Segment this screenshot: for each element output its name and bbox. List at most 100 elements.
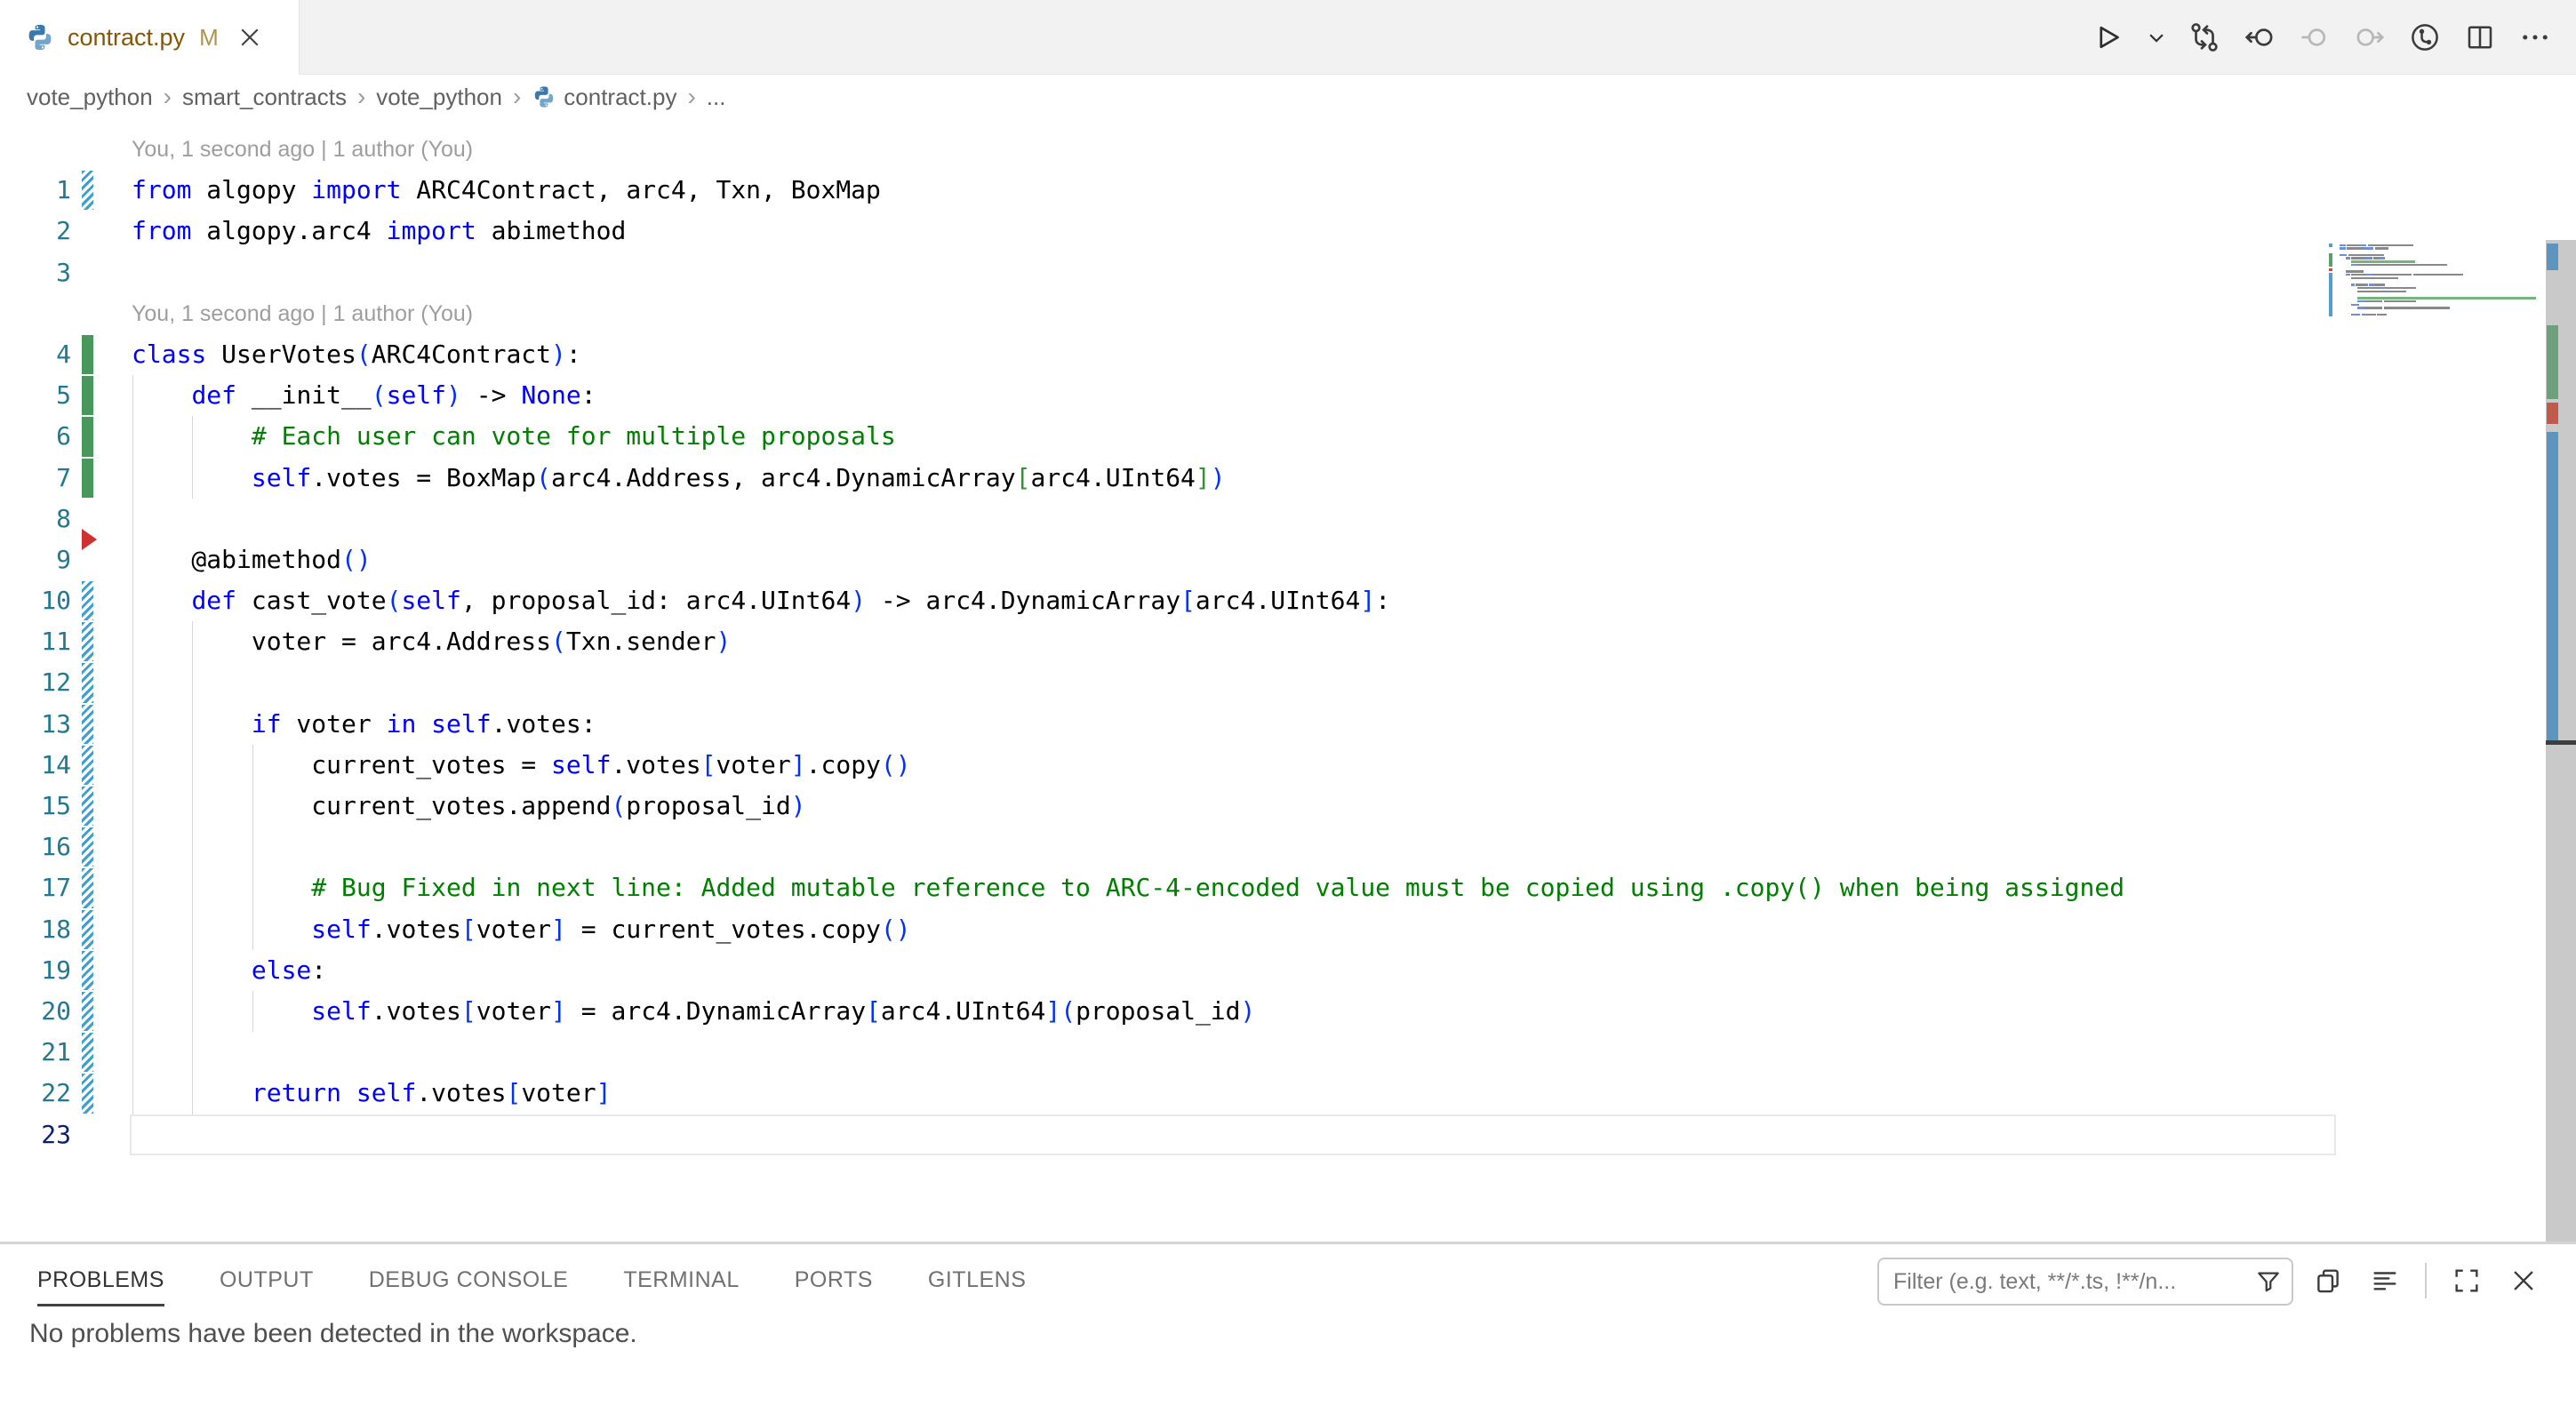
line-number[interactable]: 19 bbox=[0, 950, 71, 991]
filter-funnel-icon bbox=[2254, 1267, 2283, 1296]
line-number[interactable]: 14 bbox=[0, 745, 71, 786]
line-number[interactable]: 21 bbox=[0, 1032, 71, 1073]
panel-tab-ports[interactable]: PORTS bbox=[795, 1257, 873, 1306]
code-line-row[interactable]: 21 bbox=[0, 1032, 2576, 1073]
line-number[interactable]: 11 bbox=[0, 621, 71, 662]
breadcrumb-item[interactable]: ... bbox=[707, 84, 726, 111]
code-line-row[interactable]: 16 bbox=[0, 827, 2576, 867]
code-line-row[interactable]: 19 else: bbox=[0, 950, 2576, 991]
git-gutter-modified-marker[interactable] bbox=[82, 827, 93, 867]
code-line-row[interactable]: 5 def __init__(self) -> None: bbox=[0, 375, 2576, 416]
git-gutter-deleted-marker[interactable] bbox=[82, 529, 97, 550]
run-python-file-icon[interactable] bbox=[2091, 20, 2126, 55]
code-line-row[interactable]: 15 current_votes.append(proposal_id) bbox=[0, 786, 2576, 827]
close-tab-icon[interactable] bbox=[236, 24, 263, 51]
code-line-row[interactable]: 13 if voter in self.votes: bbox=[0, 704, 2576, 745]
list-lines-icon[interactable] bbox=[2368, 1264, 2402, 1298]
line-number[interactable]: 8 bbox=[0, 499, 71, 539]
code-token: [ bbox=[701, 750, 716, 779]
line-number[interactable]: 6 bbox=[0, 416, 71, 457]
code-line-row[interactable]: 4class UserVotes(ARC4Contract): bbox=[0, 334, 2576, 375]
line-number[interactable]: 20 bbox=[0, 991, 71, 1032]
git-gutter-modified-marker[interactable] bbox=[82, 787, 93, 826]
git-gutter-modified-marker[interactable] bbox=[82, 1074, 93, 1113]
git-gutter-added-marker[interactable] bbox=[82, 335, 93, 374]
line-number[interactable]: 5 bbox=[0, 375, 71, 416]
code-line-row[interactable]: 7 self.votes = BoxMap(arc4.Address, arc4… bbox=[0, 458, 2576, 499]
code-line-row[interactable]: 23 bbox=[0, 1114, 2576, 1155]
git-gutter-modified-marker[interactable] bbox=[82, 581, 93, 620]
git-gutter-added-marker[interactable] bbox=[82, 417, 93, 456]
minimap-code-line bbox=[2415, 300, 2417, 302]
close-panel-icon[interactable] bbox=[2507, 1264, 2540, 1298]
git-gutter-modified-marker[interactable] bbox=[82, 992, 93, 1031]
git-gutter-modified-marker[interactable] bbox=[82, 171, 93, 210]
git-gutter-modified-marker[interactable] bbox=[82, 622, 93, 661]
commit-graph-icon[interactable] bbox=[2407, 20, 2443, 55]
copy-icon[interactable] bbox=[2311, 1264, 2345, 1298]
panel-tab-output[interactable]: OUTPUT bbox=[220, 1257, 314, 1306]
line-number[interactable]: 3 bbox=[0, 252, 71, 293]
line-number[interactable]: 15 bbox=[0, 786, 71, 827]
line-number[interactable]: 7 bbox=[0, 458, 71, 499]
run-dropdown-chevron-icon[interactable] bbox=[2146, 20, 2167, 55]
line-number[interactable]: 18 bbox=[0, 909, 71, 950]
compare-changes-icon[interactable] bbox=[2187, 20, 2222, 55]
breadcrumb-item[interactable]: smart_contracts bbox=[182, 84, 347, 111]
git-gutter-modified-marker[interactable] bbox=[82, 663, 93, 702]
split-editor-icon[interactable] bbox=[2462, 20, 2498, 55]
code-line-row[interactable]: 2from algopy.arc4 import abimethod bbox=[0, 211, 2576, 252]
more-actions-icon[interactable] bbox=[2517, 20, 2553, 55]
panel-tab-gitlens[interactable]: GITLENS bbox=[928, 1257, 1026, 1306]
tab-contract-py[interactable]: contract.py M bbox=[0, 0, 300, 75]
open-previous-change-icon[interactable] bbox=[2242, 20, 2277, 55]
code-line-row[interactable]: 1from algopy import ARC4Contract, arc4, … bbox=[0, 170, 2576, 211]
code-line-row[interactable]: 9 @abimethod() bbox=[0, 539, 2576, 580]
scrollbar-slider-edge[interactable] bbox=[2546, 740, 2576, 745]
line-number[interactable]: 4 bbox=[0, 334, 71, 375]
line-number[interactable]: 13 bbox=[0, 704, 71, 745]
breadcrumb-item[interactable]: contract.py bbox=[532, 84, 676, 111]
maximize-panel-icon[interactable] bbox=[2450, 1264, 2484, 1298]
line-number[interactable]: 10 bbox=[0, 580, 71, 621]
breadcrumb-item[interactable]: vote_python bbox=[376, 84, 502, 111]
git-gutter-modified-marker[interactable] bbox=[82, 1033, 93, 1072]
code-line-row[interactable]: 10 def cast_vote(self, proposal_id: arc4… bbox=[0, 580, 2576, 621]
minimap-code-line bbox=[2373, 300, 2380, 302]
filter-input[interactable] bbox=[1893, 1269, 2254, 1295]
code-line-row[interactable]: 8 bbox=[0, 499, 2576, 539]
code-line-row[interactable]: 11 voter = arc4.Address(Txn.sender) bbox=[0, 621, 2576, 662]
git-gutter-modified-marker[interactable] bbox=[82, 746, 93, 785]
line-number[interactable]: 2 bbox=[0, 211, 71, 252]
git-gutter-modified-marker[interactable] bbox=[82, 868, 93, 907]
line-number[interactable]: 12 bbox=[0, 662, 71, 703]
minimap[interactable] bbox=[2329, 240, 2546, 1362]
line-number[interactable]: 1 bbox=[0, 170, 71, 211]
code-line-row[interactable]: 17 # Bug Fixed in next line: Added mutab… bbox=[0, 867, 2576, 908]
code-line-row[interactable]: 20 self.votes[voter] = arc4.DynamicArray… bbox=[0, 991, 2576, 1032]
code-line-row[interactable]: 12 bbox=[0, 662, 2576, 703]
git-gutter-modified-marker[interactable] bbox=[82, 910, 93, 949]
line-number[interactable]: 17 bbox=[0, 867, 71, 908]
code-editor[interactable]: You, 1 second ago | 1 author (You)1from … bbox=[0, 120, 2576, 1242]
panel-tab-terminal[interactable]: TERMINAL bbox=[623, 1257, 739, 1306]
panel-tab-problems[interactable]: PROBLEMS bbox=[37, 1257, 164, 1306]
code-line-row[interactable]: 22 return self.votes[voter] bbox=[0, 1073, 2576, 1114]
git-gutter-modified-marker[interactable] bbox=[82, 951, 93, 990]
breadcrumb-item[interactable]: vote_python bbox=[27, 84, 153, 111]
line-number[interactable]: 16 bbox=[0, 827, 71, 867]
code-line-row[interactable]: 6 # Each user can vote for multiple prop… bbox=[0, 416, 2576, 457]
code-line-row[interactable]: 18 self.votes[voter] = current_votes.cop… bbox=[0, 909, 2576, 950]
git-gutter-added-marker[interactable] bbox=[82, 376, 93, 415]
git-gutter-modified-marker[interactable] bbox=[82, 705, 93, 744]
blame-row[interactable]: You, 1 second ago | 1 author (You) bbox=[0, 293, 2576, 334]
line-number[interactable]: 23 bbox=[0, 1114, 71, 1155]
panel-tab-debug-console[interactable]: DEBUG CONSOLE bbox=[369, 1257, 569, 1306]
line-number[interactable]: 22 bbox=[0, 1073, 71, 1114]
line-number[interactable]: 9 bbox=[0, 539, 71, 580]
code-line-row[interactable]: 14 current_votes = self.votes[voter].cop… bbox=[0, 745, 2576, 786]
code-line-row[interactable]: 3 bbox=[0, 252, 2576, 293]
overview-ruler-scrollbar[interactable] bbox=[2546, 240, 2576, 1362]
git-gutter-added-marker[interactable] bbox=[82, 459, 93, 498]
blame-row[interactable]: You, 1 second ago | 1 author (You) bbox=[0, 129, 2576, 170]
